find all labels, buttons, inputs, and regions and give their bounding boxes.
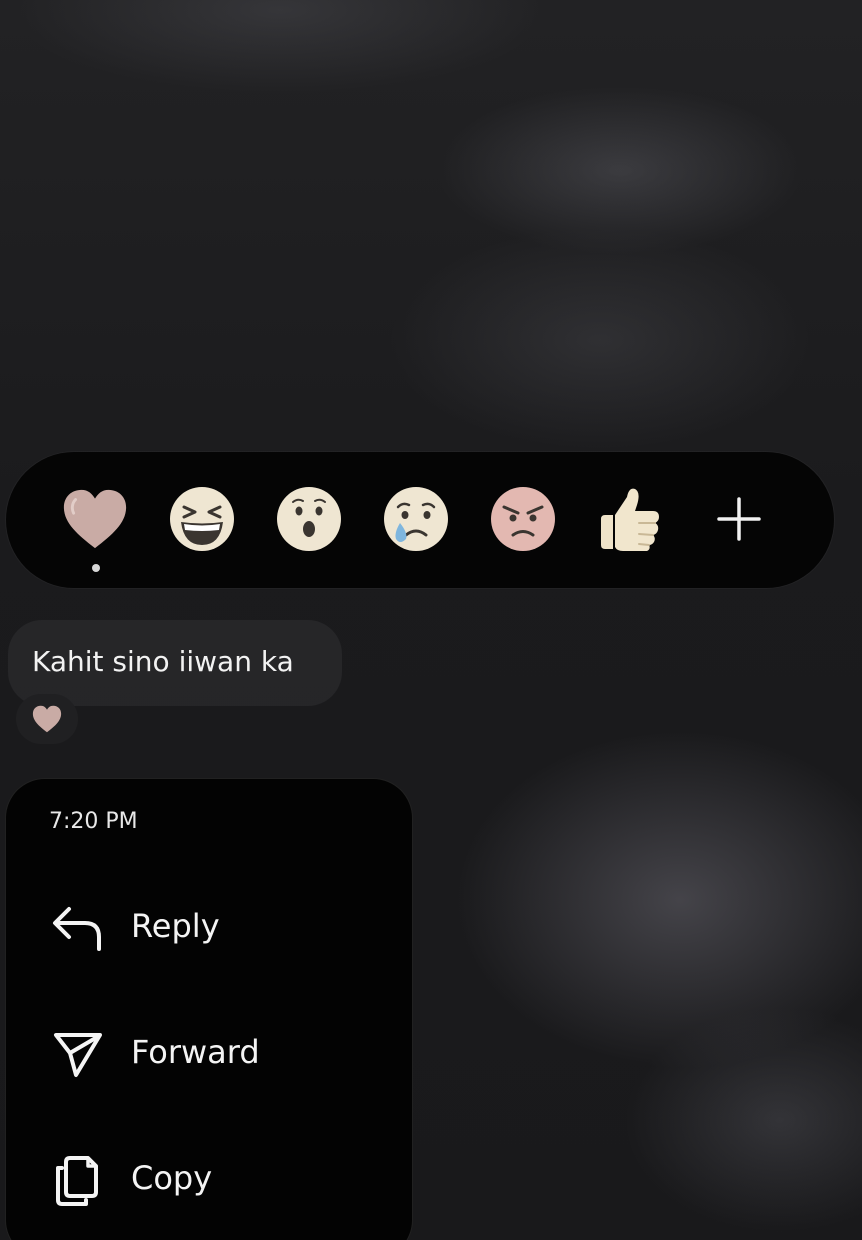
crying-face-icon: [384, 487, 448, 551]
angry-reaction-button[interactable]: [488, 484, 558, 554]
message-context-menu: 7:20 PM Reply Forward Copy: [5, 778, 413, 1240]
surprised-face-icon: [277, 487, 341, 551]
menu-item-copy[interactable]: Copy: [6, 1133, 412, 1223]
message-timestamp: 7:20 PM: [49, 809, 138, 834]
copy-icon: [50, 1155, 106, 1206]
heart-icon: [32, 705, 62, 733]
message-reaction-badge[interactable]: [16, 694, 78, 744]
thumbs-up-reaction-button[interactable]: [595, 484, 665, 554]
heart-reaction-button[interactable]: [60, 484, 130, 554]
surprised-reaction-button[interactable]: [274, 484, 344, 554]
menu-item-forward[interactable]: Forward: [6, 1007, 412, 1097]
angry-face-icon: [491, 487, 555, 551]
menu-item-label: Forward: [131, 1033, 260, 1071]
menu-item-label: Copy: [131, 1159, 213, 1197]
thumbs-up-icon: [601, 488, 659, 551]
add-reaction-button[interactable]: [704, 484, 774, 554]
selected-indicator: [92, 564, 100, 572]
screen: Kahit sino iiwan ka 7:20 PM Reply Forwar…: [0, 0, 862, 1240]
forward-icon: [50, 1029, 106, 1079]
message-bubble[interactable]: Kahit sino iiwan ka: [8, 620, 342, 706]
crying-reaction-button[interactable]: [381, 484, 451, 554]
menu-item-label: Reply: [131, 907, 220, 945]
laughing-reaction-button[interactable]: [167, 484, 237, 554]
message-text: Kahit sino iiwan ka: [32, 645, 294, 678]
plus-icon: [717, 497, 761, 541]
heart-icon: [63, 489, 127, 549]
reaction-bar: [6, 452, 834, 588]
laughing-face-icon: [170, 487, 234, 551]
menu-item-reply[interactable]: Reply: [6, 881, 412, 971]
reply-icon: [50, 903, 106, 953]
